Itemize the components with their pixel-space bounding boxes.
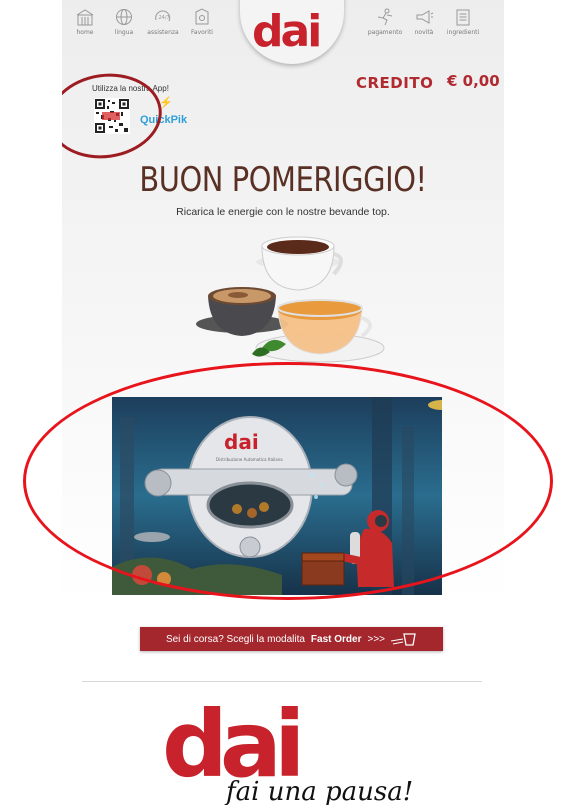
app-promo[interactable]: Utilizza la nostra App! ⚡ QuickPik [62, 66, 196, 166]
fast-order-bold: Fast Order [310, 633, 362, 645]
nav-novita-label: novità [414, 29, 434, 36]
page: home lingua 24/7 assistenza Favoriti dai… [62, 0, 504, 811]
nav-ingredienti-label: ingredienti [446, 29, 480, 36]
nav-favoriti[interactable]: Favoriti [182, 8, 222, 36]
drinks-image [196, 236, 385, 363]
footer-tagline: fai una pausa! [224, 777, 413, 805]
fast-order-button[interactable]: Sei di corsa? Scegli la modalita Fast Or… [140, 627, 443, 651]
nav-pagamento-label: pagamento [367, 29, 403, 36]
fast-order-text: Sei di corsa? Scegli la modalita [165, 633, 305, 645]
top-nav: home lingua 24/7 assistenza Favoriti dai… [62, 0, 504, 64]
24-7-icon: 24/7 [155, 10, 171, 22]
hero-dai-logo: dai [224, 430, 259, 454]
credit-value: € 0,00 [447, 72, 500, 90]
nav-assistenza-label: assistenza [147, 29, 179, 36]
nav-novita[interactable]: novità [404, 8, 444, 36]
nav-assistenza[interactable]: 24/7 assistenza [143, 8, 183, 36]
globe-icon [116, 9, 132, 25]
divider [82, 681, 482, 682]
nav-lingua-label: lingua [114, 29, 134, 36]
nav-home[interactable]: home [65, 8, 105, 36]
nav-home-label: home [76, 29, 94, 36]
footer-logo: dai fai una pausa! [162, 700, 413, 805]
svg-text:24/7: 24/7 [159, 15, 170, 21]
nav-favoriti-label: Favoriti [191, 29, 213, 36]
logo-tab[interactable]: dai [240, 0, 344, 64]
greeting-subtitle: Ricarica le energie con le nostre bevand… [176, 206, 390, 218]
favorites-icon [195, 8, 209, 25]
building-icon [76, 9, 94, 26]
hero-banner[interactable]: dai Distribuzione Automatica Italiana [112, 397, 442, 595]
ingredients-icon [456, 9, 470, 26]
greeting-title: BUON POMERIGGIO! [139, 160, 427, 200]
credit-label: CREDITO [356, 74, 434, 92]
app-annotation-circle [62, 66, 168, 166]
megaphone-icon [416, 10, 434, 24]
nav-ingredienti[interactable]: ingredienti [443, 8, 483, 36]
nav-pagamento[interactable]: pagamento [365, 8, 405, 36]
hero-caption: Distribuzione Automatica Italiana [216, 457, 283, 462]
cup-icon [391, 633, 416, 646]
nav-lingua[interactable]: lingua [104, 8, 144, 36]
fast-order-arrows: >>> [367, 633, 386, 645]
payment-icon [377, 8, 393, 26]
dai-logo: dai [252, 6, 322, 57]
